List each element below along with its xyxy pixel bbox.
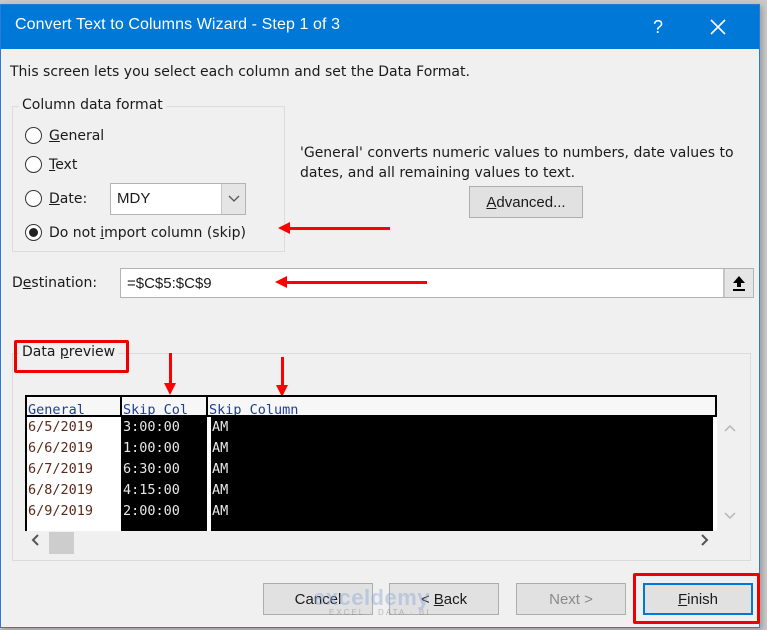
annotation-arrow-skip-col-2	[276, 357, 288, 397]
next-button: Next >	[516, 583, 626, 615]
preview-cell: 6/9/2019	[28, 503, 94, 519]
radio-text[interactable]: Text	[25, 156, 77, 173]
destination-value: =$C$5:$C$9	[127, 275, 212, 292]
radio-date-label: Date:	[49, 190, 88, 207]
radio-date[interactable]: Date:	[25, 190, 87, 207]
preview-cell: AM	[212, 503, 229, 519]
scroll-up-icon[interactable]	[719, 421, 741, 436]
radio-circle[interactable]	[25, 127, 42, 144]
preview-header-general[interactable]: General	[27, 397, 121, 415]
radio-general[interactable]: General	[25, 127, 104, 144]
annotation-box-data-preview	[14, 340, 129, 373]
date-format-value: MDY	[117, 190, 151, 207]
collapse-dialog-icon	[733, 276, 745, 291]
scroll-left-icon[interactable]	[31, 534, 39, 550]
radio-do-not-import-label: Do not import column (skip)	[49, 224, 246, 241]
preview-cell: 6/5/2019	[28, 419, 94, 435]
preview-column-skip-1[interactable]: 3:00:00 1:00:00 6:30:00 4:15:00 2:00:00	[121, 417, 207, 531]
scroll-down-icon[interactable]	[719, 509, 741, 524]
column-data-format-legend: Column data format	[19, 97, 166, 113]
annotation-arrow-skip	[278, 222, 390, 234]
preview-column-general[interactable]: 6/5/2019 6/6/2019 6/7/2019 6/8/2019 6/9/…	[27, 417, 121, 531]
radio-circle[interactable]	[25, 190, 42, 207]
annotation-arrow-skip-col-1	[164, 353, 176, 395]
preview-cell: AM	[212, 440, 229, 456]
chevron-down-icon[interactable]	[221, 184, 245, 214]
preview-header-skip-1[interactable]: Skip Col	[122, 397, 208, 415]
preview-vertical-scrollbar[interactable]	[719, 417, 741, 531]
preview-body: 6/5/2019 6/6/2019 6/7/2019 6/8/2019 6/9/…	[25, 417, 713, 531]
advanced-button[interactable]: Advanced...	[469, 186, 583, 218]
preview-cell: 4:15:00	[123, 482, 180, 498]
cancel-button[interactable]: Cancel	[263, 583, 373, 615]
preview-cell: 2:00:00	[123, 503, 180, 519]
preview-cell: AM	[212, 482, 229, 498]
radio-circle[interactable]	[25, 156, 42, 173]
date-format-select[interactable]: MDY	[110, 183, 246, 215]
preview-cell: AM	[212, 461, 229, 477]
radio-do-not-import[interactable]: Do not import column (skip)	[25, 224, 246, 241]
help-button[interactable]: ?	[635, 5, 681, 49]
dialog-title: Convert Text to Columns Wizard - Step 1 …	[15, 16, 341, 33]
annotation-arrow-destination	[275, 276, 427, 288]
collapse-dialog-button[interactable]	[723, 269, 753, 297]
close-button[interactable]	[695, 5, 741, 49]
column-data-format-group: Column data format General Text Date: MD…	[12, 97, 285, 252]
radio-circle-selected[interactable]	[25, 224, 42, 241]
preview-header-row: General Skip Col Skip Column	[25, 395, 717, 417]
destination-input[interactable]: =$C$5:$C$9	[120, 268, 754, 298]
preview-cell: AM	[212, 419, 229, 435]
text-to-columns-dialog: Convert Text to Columns Wizard - Step 1 …	[0, 4, 760, 628]
preview-column-skip-2[interactable]: AM AM AM AM AM	[209, 417, 713, 531]
radio-general-label: General	[49, 127, 105, 144]
preview-cell: 6:30:00	[123, 461, 180, 477]
preview-cell: 1:00:00	[123, 440, 180, 456]
close-icon	[710, 19, 726, 35]
preview-cell: 3:00:00	[123, 419, 180, 435]
preview-cell: 6/7/2019	[28, 461, 94, 477]
preview-horizontal-scrollbar[interactable]	[25, 532, 717, 554]
format-description: 'General' converts numeric values to num…	[300, 145, 734, 181]
title-bar: Convert Text to Columns Wizard - Step 1 …	[1, 5, 759, 49]
preview-cell: 6/6/2019	[28, 440, 94, 456]
annotation-box-finish	[633, 573, 760, 624]
horizontal-scroll-thumb[interactable]	[49, 532, 74, 554]
data-preview-grid[interactable]: General Skip Col Skip Column 6/5/2019 6/…	[25, 395, 717, 531]
preview-header-skip-2[interactable]: Skip Column	[208, 397, 708, 415]
scroll-right-icon[interactable]	[701, 534, 709, 550]
radio-text-label: Text	[49, 156, 78, 173]
intro-text: This screen lets you select each column …	[10, 64, 470, 80]
preview-cell: 6/8/2019	[28, 482, 94, 498]
destination-label: Destination:	[12, 275, 98, 291]
back-button[interactable]: < Back	[389, 583, 499, 615]
